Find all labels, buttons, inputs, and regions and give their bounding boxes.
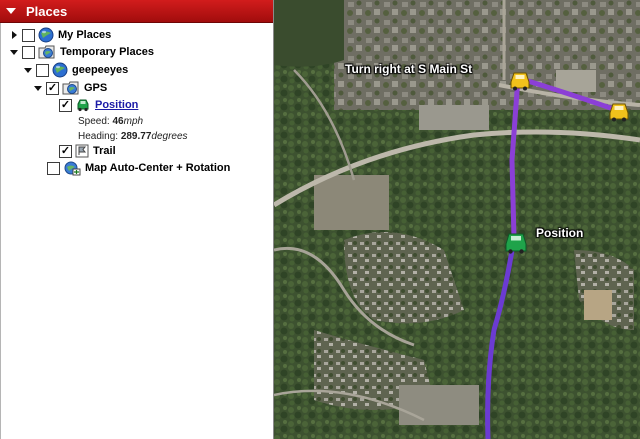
tree-item-position[interactable]: ✓ Position	[56, 96, 138, 114]
collapse-arrow-icon[interactable]	[9, 47, 19, 57]
tree-item-trail[interactable]: ✓ Trail	[56, 142, 116, 160]
tree-item-geepeeyes[interactable]: geepeeyes	[23, 61, 128, 79]
tree-item-temporary-places[interactable]: Temporary Places	[9, 43, 154, 61]
tree-item-my-places[interactable]: My Places	[9, 26, 111, 44]
tree-item-label: Temporary Places	[60, 46, 154, 58]
heading-label: Heading:	[78, 131, 119, 142]
collapse-arrow-icon[interactable]	[33, 83, 43, 93]
tree-item-label: My Places	[58, 29, 112, 41]
places-panel-title: Places	[26, 3, 68, 19]
places-tree: My Places Temporary Places geepeeyes ✓ G…	[0, 23, 272, 439]
tree-item-label: Map Auto-Center + Rotation	[85, 162, 231, 174]
trail-path-icon	[75, 144, 89, 158]
my-places-checkbox[interactable]	[22, 28, 35, 42]
satellite-map-view[interactable]: Turn right at S Main St Position	[274, 0, 640, 439]
turn-instruction-label: Turn right at S Main St	[345, 62, 473, 76]
places-panel: Places My Places Temporary Places geepee…	[0, 0, 274, 439]
waypoint-car-icon[interactable]	[609, 103, 629, 122]
heading-value: 289.77	[120, 131, 152, 142]
heading-unit: degrees	[151, 131, 188, 142]
temporary-places-checkbox[interactable]	[22, 45, 35, 59]
network-link-icon	[63, 160, 81, 176]
position-car-icon[interactable]	[505, 233, 527, 254]
speed-readout: Speed: 46mph	[78, 116, 143, 127]
position-checkbox[interactable]: ✓	[59, 98, 72, 112]
globe-icon	[38, 27, 54, 43]
gps-checkbox[interactable]: ✓	[46, 81, 59, 95]
expand-arrow-icon[interactable]	[9, 30, 19, 40]
waypoint-car-icon[interactable]	[510, 72, 530, 91]
speed-value: 46	[112, 116, 124, 127]
tree-item-map-auto-center[interactable]: Map Auto-Center + Rotation	[44, 159, 230, 177]
position-map-label: Position	[536, 226, 584, 240]
globe-icon	[52, 62, 68, 78]
speed-label: Speed:	[78, 116, 110, 127]
position-link[interactable]: Position	[95, 99, 138, 111]
folder-gps-icon	[62, 80, 80, 96]
map-auto-center-checkbox[interactable]	[47, 161, 60, 175]
speed-unit: mph	[123, 116, 144, 127]
tree-item-gps[interactable]: ✓ GPS	[33, 79, 107, 97]
car-icon	[75, 98, 91, 112]
tree-item-label: geepeeyes	[72, 64, 129, 76]
tree-item-label: Trail	[93, 145, 116, 157]
trail-checkbox[interactable]: ✓	[59, 144, 72, 158]
places-panel-header[interactable]: Places	[0, 0, 273, 23]
tree-item-label: GPS	[84, 82, 108, 94]
collapse-arrow-icon[interactable]	[23, 65, 33, 75]
folder-globe-icon	[38, 44, 56, 60]
collapse-arrow-icon[interactable]	[6, 8, 16, 14]
geepeeyes-checkbox[interactable]	[36, 63, 49, 77]
heading-readout: Heading: 289.77degrees	[78, 131, 188, 142]
